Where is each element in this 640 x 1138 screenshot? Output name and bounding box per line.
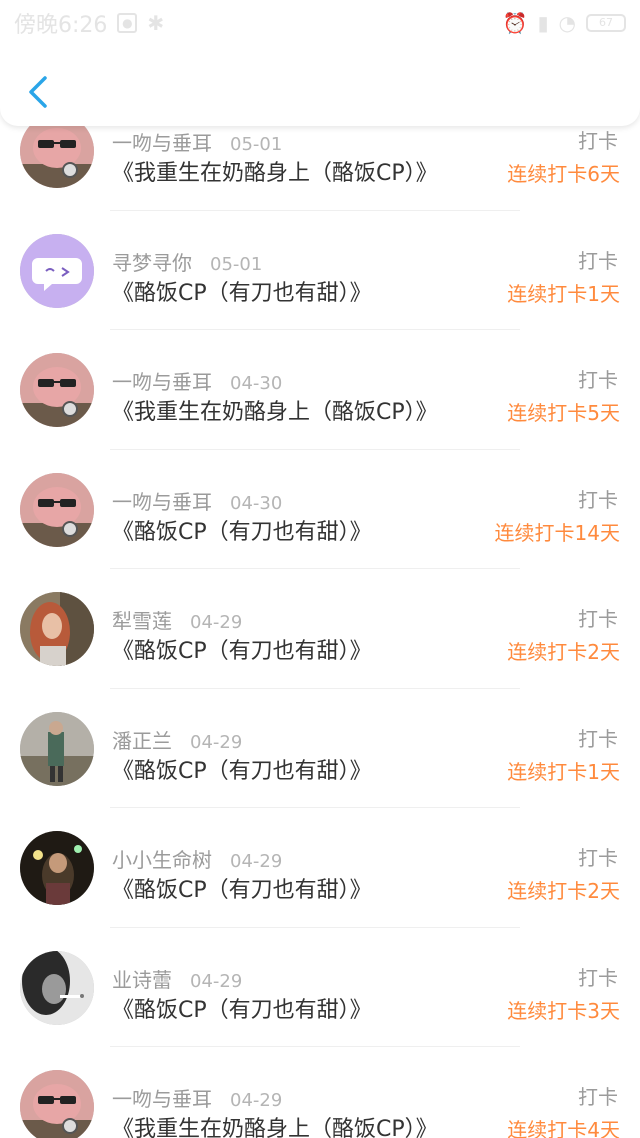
streak-label: 连续打卡14天 [494, 520, 620, 545]
meta-line: 寻梦寻你 05-01 [112, 247, 262, 276]
action-label: 打卡 [578, 846, 618, 870]
post-date: 04-29 [230, 1090, 283, 1111]
post-date: 04-29 [190, 970, 243, 992]
action-label: 打卡 [578, 368, 618, 392]
post-date: 04-29 [190, 731, 243, 753]
status-time: 傍晚6:26 [14, 13, 108, 38]
alarm-icon: ⏰ [502, 11, 528, 35]
book-title[interactable]: 《酪饭CP（有刀也有甜）》 [112, 514, 372, 546]
streak-label: 连续打卡2天 [507, 879, 620, 903]
checkin-row[interactable]: 潘正兰 04-29 《酪饭CP（有刀也有甜）》 打卡 连续打卡1天 [0, 689, 640, 808]
post-date: 04-30 [230, 373, 283, 394]
action-label: 打卡 [578, 129, 618, 153]
chat-bubble-avatar[interactable] [20, 233, 94, 308]
post-date: 05-01 [230, 134, 283, 155]
post-date: 05-01 [210, 253, 263, 275]
photo-avatar-woman[interactable] [20, 592, 94, 666]
notification-icon: ● [117, 13, 138, 33]
checkin-row[interactable]: 一吻与垂耳 04-30 《酪饭CP（有刀也有甜）》 打卡 连续打卡14天 [0, 450, 640, 569]
book-title[interactable]: 《酪饭CP（有刀也有甜）》 [112, 872, 372, 904]
checkin-row[interactable]: 一吻与垂耳 04-29 《我重生在奶酪身上（酪饭CP）》 打卡 连续打卡4天 [0, 1047, 640, 1138]
checkin-row[interactable]: 小小生命树 04-29 《酪饭CP（有刀也有甜）》 打卡 连续打卡2天 [0, 808, 640, 928]
back-button[interactable] [18, 70, 58, 114]
streak-label: 连续打卡3天 [507, 998, 620, 1023]
streak-label: 连续打卡1天 [507, 281, 620, 306]
status-left: 傍晚6:26 ● ✱ [14, 7, 164, 39]
pig-avatar[interactable] [20, 472, 94, 547]
action-label: 打卡 [578, 248, 618, 273]
action-label: 打卡 [578, 1085, 618, 1109]
post-date: 04-30 [230, 492, 283, 514]
book-title[interactable]: 《我重生在奶酪身上（酪饭CP）》 [112, 155, 438, 187]
streak-label: 连续打卡5天 [507, 401, 620, 425]
post-date: 04-29 [190, 612, 243, 633]
photo-avatar-bw[interactable] [20, 950, 94, 1025]
streak-label: 连续打卡1天 [507, 759, 620, 784]
book-title[interactable]: 《酪饭CP（有刀也有甜）》 [112, 275, 372, 307]
checkin-row[interactable]: 犁雪莲 04-29 《酪饭CP（有刀也有甜）》 打卡 连续打卡2天 [0, 569, 640, 689]
user-name[interactable]: 一吻与垂耳 [112, 366, 212, 395]
meta-line: 小小生命树 04-29 [112, 844, 282, 873]
user-name[interactable]: 一吻与垂耳 [112, 486, 212, 515]
wifi-icon: ◔ [558, 11, 576, 35]
status-right: ⏰ ▮ ◔ 67 [503, 11, 626, 35]
checkin-list: 一吻与垂耳 05-01 《我重生在奶酪身上（酪饭CP）》 打卡 连续打卡6天 寻… [0, 91, 640, 1138]
status-bar: 傍晚6:26 ● ✱ ⏰ ▮ ◔ 67 [0, 0, 640, 46]
streak-label: 连续打卡4天 [507, 1118, 620, 1138]
checkin-row[interactable]: 寻梦寻你 05-01 《酪饭CP（有刀也有甜）》 打卡 连续打卡1天 [0, 211, 640, 330]
book-title[interactable]: 《酪饭CP（有刀也有甜）》 [112, 633, 372, 665]
action-label: 打卡 [578, 726, 618, 751]
post-date: 04-29 [230, 851, 283, 872]
meta-line: 一吻与垂耳 04-30 [112, 486, 282, 515]
book-title[interactable]: 《我重生在奶酪身上（酪饭CP）》 [112, 1111, 438, 1138]
photo-avatar-wall[interactable] [20, 711, 94, 786]
action-label: 打卡 [578, 965, 618, 990]
battery-icon: 67 [586, 14, 626, 32]
user-name[interactable]: 犁雪莲 [112, 605, 172, 634]
chevron-left-icon [29, 76, 47, 108]
photo-avatar-night[interactable] [20, 831, 94, 905]
user-name[interactable]: 寻梦寻你 [112, 247, 192, 276]
checkin-row[interactable]: 一吻与垂耳 04-30 《我重生在奶酪身上（酪饭CP）》 打卡 连续打卡5天 [0, 330, 640, 450]
user-name[interactable]: 潘正兰 [112, 725, 172, 754]
gear-icon: ✱ [147, 11, 165, 35]
action-label: 打卡 [578, 607, 618, 631]
battery-level: 67 [599, 16, 613, 29]
meta-line: 一吻与垂耳 04-30 [112, 366, 282, 395]
action-label: 打卡 [578, 487, 618, 512]
book-title[interactable]: 《酪饭CP（有刀也有甜）》 [112, 753, 372, 785]
user-name[interactable]: 一吻与垂耳 [112, 127, 212, 156]
meta-line: 业诗蕾 04-29 [112, 964, 242, 993]
pig-avatar[interactable] [20, 1070, 94, 1138]
checkin-row[interactable]: 业诗蕾 04-29 《酪饭CP（有刀也有甜）》 打卡 连续打卡3天 [0, 928, 640, 1047]
meta-line: 犁雪莲 04-29 [112, 605, 242, 634]
top-header: 傍晚6:26 ● ✱ ⏰ ▮ ◔ 67 [0, 0, 640, 126]
signal-icon: ▮ [537, 11, 549, 35]
pig-avatar[interactable] [20, 353, 94, 427]
user-name[interactable]: 一吻与垂耳 [112, 1083, 212, 1112]
streak-label: 连续打卡6天 [507, 162, 620, 186]
user-name[interactable]: 业诗蕾 [112, 964, 172, 993]
meta-line: 潘正兰 04-29 [112, 725, 242, 754]
meta-line: 一吻与垂耳 05-01 [112, 127, 282, 156]
user-name[interactable]: 小小生命树 [112, 844, 212, 873]
streak-label: 连续打卡2天 [507, 640, 620, 664]
book-title[interactable]: 《我重生在奶酪身上（酪饭CP）》 [112, 394, 438, 426]
book-title[interactable]: 《酪饭CP（有刀也有甜）》 [112, 992, 372, 1024]
meta-line: 一吻与垂耳 04-29 [112, 1083, 282, 1112]
